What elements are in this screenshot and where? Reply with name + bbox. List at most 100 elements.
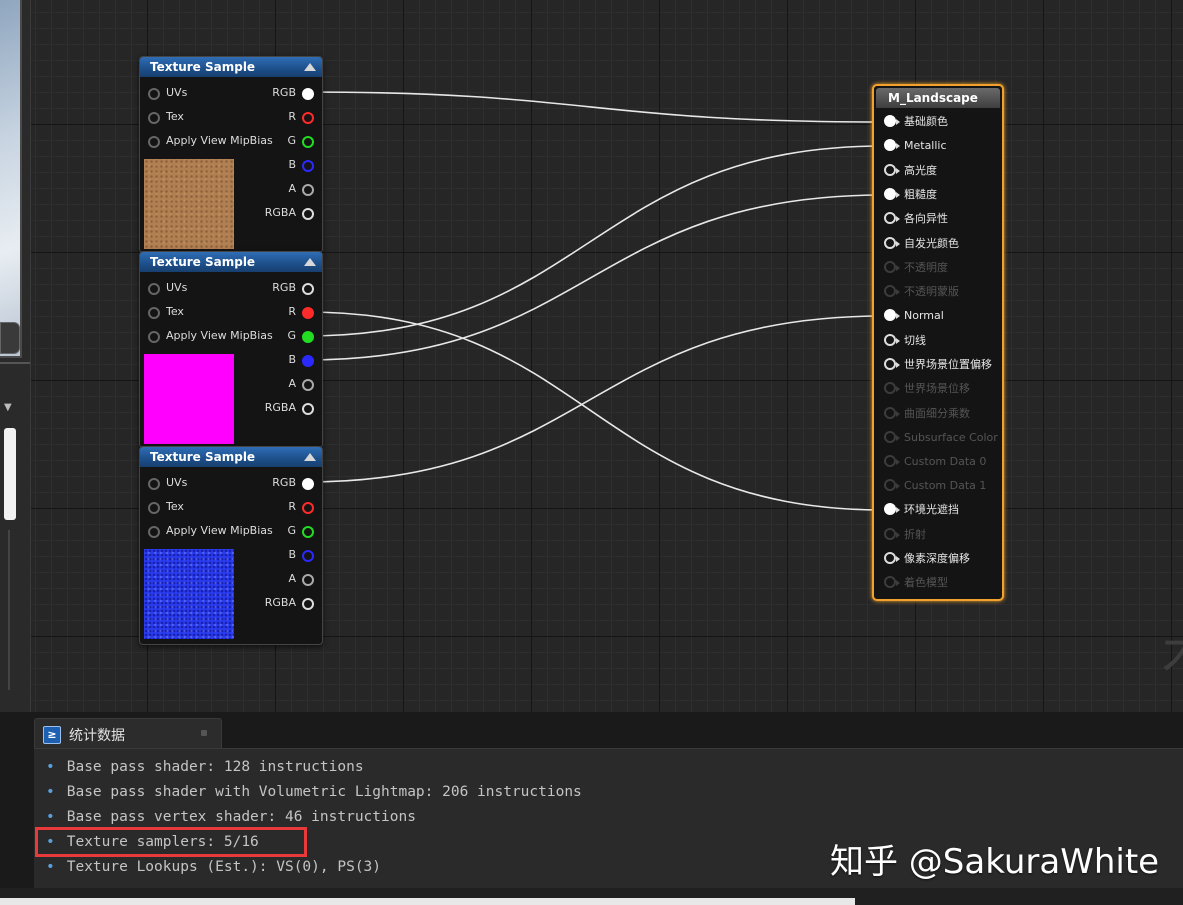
input-pin-mipbias[interactable]: Apply View MipBias xyxy=(148,328,273,344)
output-pin-b[interactable]: B xyxy=(288,157,314,173)
pin-circle-icon[interactable] xyxy=(148,502,160,514)
input-pin-uvs[interactable]: UVs xyxy=(148,280,187,296)
pin-circle-icon[interactable] xyxy=(302,478,314,490)
pin-circle-icon[interactable] xyxy=(302,403,314,415)
pin-circle-icon[interactable] xyxy=(302,379,314,391)
pin-circle-icon[interactable] xyxy=(302,598,314,610)
node-header[interactable]: Texture Sample xyxy=(140,447,322,467)
viewport-preview[interactable] xyxy=(0,0,22,358)
input-pin-mipbias[interactable]: Apply View MipBias xyxy=(148,133,273,149)
pin-circle-icon[interactable] xyxy=(884,212,896,224)
pin-circle-icon[interactable] xyxy=(884,188,896,200)
collapse-icon[interactable] xyxy=(304,453,316,461)
red-highlight-box xyxy=(35,827,307,857)
pin-circle-icon[interactable] xyxy=(884,552,896,564)
collapse-icon[interactable] xyxy=(304,63,316,71)
output-pin-g[interactable]: G xyxy=(287,523,314,539)
pin-circle-icon[interactable] xyxy=(884,237,896,249)
pin-circle-icon[interactable] xyxy=(302,136,314,148)
output-pin-r[interactable]: R xyxy=(288,304,314,320)
scrollbar-thumb[interactable] xyxy=(4,428,16,520)
material-pin-metallic[interactable]: Metallic xyxy=(884,138,947,154)
pin-circle-icon[interactable] xyxy=(148,478,160,490)
output-pin-rgb[interactable]: RGB xyxy=(272,280,314,296)
input-pin-mipbias[interactable]: Apply View MipBias xyxy=(148,523,273,539)
pin-circle-icon[interactable] xyxy=(148,331,160,343)
input-pin-tex[interactable]: Tex xyxy=(148,499,184,515)
scrollbar-track[interactable] xyxy=(8,530,10,690)
output-pin-b[interactable]: B xyxy=(288,352,314,368)
pin-circle-icon[interactable] xyxy=(884,309,896,321)
material-result-node[interactable]: M_Landscape 基础颜色 Metallic 高光度 粗糙度 各向异性 自… xyxy=(872,84,1004,601)
pin-circle-icon[interactable] xyxy=(302,208,314,220)
pin-circle-icon[interactable] xyxy=(884,503,896,515)
output-pin-g[interactable]: G xyxy=(287,133,314,149)
material-pin-world-position-offset[interactable]: 世界场景位置偏移 xyxy=(884,357,992,373)
input-pin-tex[interactable]: Tex xyxy=(148,304,184,320)
pin-circle-icon xyxy=(884,479,896,491)
output-pin-r[interactable]: R xyxy=(288,499,314,515)
stat-line: • Base pass shader: 128 instructions xyxy=(46,759,364,775)
input-pin-tex[interactable]: Tex xyxy=(148,109,184,125)
preview-sphere-button[interactable] xyxy=(0,322,20,354)
pin-circle-icon[interactable] xyxy=(148,88,160,100)
output-pin-a[interactable]: A xyxy=(288,571,314,587)
material-pin-emissive[interactable]: 自发光颜色 xyxy=(884,236,959,252)
pin-circle-icon[interactable] xyxy=(884,164,896,176)
texture-sample-node-1[interactable]: Texture Sample UVs Tex Apply View MipBia… xyxy=(139,56,323,253)
node-header[interactable]: Texture Sample xyxy=(140,252,322,272)
material-pin-specular[interactable]: 高光度 xyxy=(884,163,937,179)
material-pin-anisotropy[interactable]: 各向异性 xyxy=(884,211,948,227)
pin-circle-icon[interactable] xyxy=(302,574,314,586)
material-pin-roughness[interactable]: 粗糙度 xyxy=(884,187,937,203)
texture-sample-node-2[interactable]: Texture Sample UVs Tex Apply View MipBia… xyxy=(139,251,323,448)
material-pin-base-color[interactable]: 基础颜色 xyxy=(884,114,948,130)
output-pin-rgba[interactable]: RGBA xyxy=(265,400,314,416)
output-pin-rgba[interactable]: RGBA xyxy=(265,205,314,221)
pin-circle-icon[interactable] xyxy=(148,283,160,295)
texture-thumbnail xyxy=(144,549,234,639)
close-icon[interactable] xyxy=(201,730,207,736)
pin-circle-icon[interactable] xyxy=(302,112,314,124)
watermark: 知乎 @SakuraWhite xyxy=(830,842,1160,882)
pin-circle-icon[interactable] xyxy=(302,502,314,514)
pin-circle-icon[interactable] xyxy=(884,115,896,127)
material-pin-ambient-occlusion[interactable]: 环境光遮挡 xyxy=(884,502,959,518)
pin-circle-icon[interactable] xyxy=(302,355,314,367)
pin-circle-icon[interactable] xyxy=(884,139,896,151)
output-pin-a[interactable]: A xyxy=(288,181,314,197)
material-pin-shading-model: 着色模型 xyxy=(884,575,948,591)
pin-circle-icon[interactable] xyxy=(148,112,160,124)
pin-circle-icon[interactable] xyxy=(302,526,314,538)
pin-circle-icon[interactable] xyxy=(884,358,896,370)
pin-circle-icon[interactable] xyxy=(884,334,896,346)
output-pin-r[interactable]: R xyxy=(288,109,314,125)
tab-stats[interactable]: ≥ 统计数据 xyxy=(34,718,222,749)
pin-circle-icon[interactable] xyxy=(302,184,314,196)
output-pin-rgba[interactable]: RGBA xyxy=(265,595,314,611)
output-pin-g[interactable]: G xyxy=(287,328,314,344)
collapse-icon[interactable] xyxy=(304,258,316,266)
pin-circle-icon[interactable] xyxy=(302,307,314,319)
pin-circle-icon[interactable] xyxy=(302,331,314,343)
material-pin-normal[interactable]: Normal xyxy=(884,308,944,324)
pin-circle-icon[interactable] xyxy=(302,283,314,295)
material-node-title[interactable]: M_Landscape xyxy=(876,88,1000,108)
pin-circle-icon[interactable] xyxy=(302,550,314,562)
texture-sample-node-3[interactable]: Texture Sample UVs Tex Apply View MipBia… xyxy=(139,446,323,645)
output-pin-rgb[interactable]: RGB xyxy=(272,475,314,491)
pin-circle-icon[interactable] xyxy=(302,160,314,172)
material-pin-pixel-depth-offset[interactable]: 像素深度偏移 xyxy=(884,551,970,567)
input-pin-uvs[interactable]: UVs xyxy=(148,85,187,101)
output-pin-rgb[interactable]: RGB xyxy=(272,85,314,101)
chevron-down-icon[interactable]: ▼ xyxy=(4,402,12,413)
input-pin-uvs[interactable]: UVs xyxy=(148,475,187,491)
node-header[interactable]: Texture Sample xyxy=(140,57,322,77)
pin-circle-icon[interactable] xyxy=(148,526,160,538)
pin-circle-icon[interactable] xyxy=(148,136,160,148)
output-pin-a[interactable]: A xyxy=(288,376,314,392)
output-pin-b[interactable]: B xyxy=(288,547,314,563)
pin-circle-icon[interactable] xyxy=(148,307,160,319)
material-pin-tangent[interactable]: 切线 xyxy=(884,333,926,349)
pin-circle-icon[interactable] xyxy=(302,88,314,100)
